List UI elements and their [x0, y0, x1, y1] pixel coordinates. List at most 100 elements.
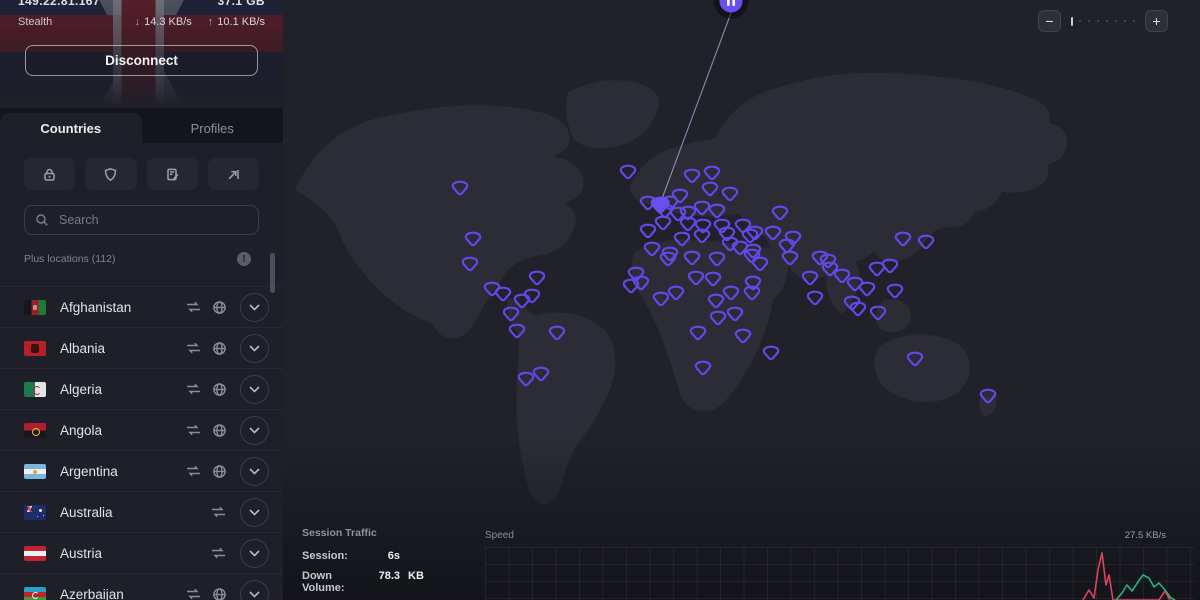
zoom-tick-dot [1088, 20, 1090, 22]
server-title-row: 149.22.81.167 37.1 GB [0, 0, 283, 9]
expand-country-button[interactable] [240, 539, 269, 568]
pause-icon [727, 0, 730, 6]
expand-country-button[interactable] [240, 375, 269, 404]
globe-icon[interactable] [212, 587, 227, 600]
connected-pin[interactable] [717, 0, 746, 16]
country-row[interactable]: Algeria [0, 368, 283, 409]
search-icon [35, 213, 49, 227]
session-stat-row: Session:6s [302, 550, 432, 562]
country-flag [24, 423, 46, 438]
shuffle-icon[interactable] [185, 423, 202, 437]
country-row-icons [210, 539, 269, 568]
speed-chart: Speed 27.5 KB/s [485, 530, 1195, 600]
shield-filter-button[interactable] [85, 158, 136, 190]
chevron-down-icon [249, 386, 260, 393]
status-row: Stealth ↓ 14.3 KB/s ↑ 10.1 KB/s [0, 9, 283, 28]
world-map-canvas[interactable] [283, 0, 1200, 600]
down-arrow-icon: ↓ [135, 16, 141, 28]
notes-icon [165, 167, 180, 182]
chevron-down-icon [249, 591, 260, 598]
location-marker[interactable] [888, 285, 902, 297]
location-marker[interactable] [715, 220, 729, 232]
globe-icon[interactable] [212, 464, 227, 479]
speed-readouts: ↓ 14.3 KB/s ↑ 10.1 KB/s [135, 16, 265, 28]
zoom-in-button[interactable]: + [1145, 10, 1168, 32]
jump-to-filter-button[interactable] [208, 158, 259, 190]
globe-icon[interactable] [212, 341, 227, 356]
location-marker[interactable] [641, 225, 655, 237]
expand-country-button[interactable] [240, 457, 269, 486]
tab-profiles[interactable]: Profiles [142, 113, 284, 143]
zoom-tick-dot [1106, 20, 1108, 22]
speed-chart-lines [485, 530, 1195, 600]
country-row[interactable]: Austria [0, 532, 283, 573]
country-flag [24, 587, 46, 600]
country-row[interactable]: Australia [0, 491, 283, 532]
zoom-slider[interactable] [1071, 17, 1135, 26]
sidebar: 149.22.81.167 37.1 GB Stealth ↓ 14.3 KB/… [0, 0, 283, 600]
location-marker[interactable] [764, 347, 778, 359]
location-marker[interactable] [530, 272, 544, 284]
expand-country-button[interactable] [240, 416, 269, 445]
tab-countries[interactable]: Countries [0, 113, 142, 143]
plus-locations-label: Plus locations (112) [24, 253, 237, 265]
zoom-level-indicator [1071, 17, 1073, 26]
chevron-down-icon [249, 550, 260, 557]
lock-icon [42, 167, 57, 182]
location-marker[interactable] [656, 217, 670, 229]
country-row-icons [210, 498, 269, 527]
country-row[interactable]: Azerbaijan [0, 573, 283, 600]
shuffle-icon[interactable] [185, 464, 202, 478]
location-marker[interactable] [860, 283, 874, 295]
country-row-icons [185, 334, 269, 363]
up-arrow-icon: ↑ [208, 16, 214, 28]
country-row-icons [185, 375, 269, 404]
country-name: Azerbaijan [60, 587, 185, 600]
shuffle-icon[interactable] [185, 382, 202, 396]
globe-icon[interactable] [212, 300, 227, 315]
globe-icon[interactable] [212, 423, 227, 438]
info-icon[interactable]: ! [237, 252, 251, 266]
expand-country-button[interactable] [240, 580, 269, 600]
zoom-tick-dot [1115, 20, 1117, 22]
server-name: 149.22.81.167 [18, 0, 100, 9]
location-marker[interactable] [808, 292, 822, 304]
zoom-out-button[interactable]: − [1038, 10, 1061, 32]
search-input[interactable] [57, 212, 248, 228]
location-marker[interactable] [525, 290, 539, 302]
country-row-icons [185, 293, 269, 322]
country-row-icons [185, 416, 269, 445]
country-row[interactable]: Argentina [0, 450, 283, 491]
shuffle-icon[interactable] [185, 341, 202, 355]
shuffle-icon[interactable] [185, 587, 202, 600]
disconnect-button[interactable]: Disconnect [25, 45, 258, 76]
country-name: Australia [60, 505, 210, 520]
location-marker[interactable] [621, 166, 635, 178]
expand-country-button[interactable] [240, 293, 269, 322]
country-row-icons [185, 580, 269, 600]
speed-series-download [1083, 553, 1170, 600]
country-name: Algeria [60, 382, 185, 397]
map-zoom-controls: − + [1038, 10, 1168, 32]
shuffle-icon[interactable] [210, 546, 227, 560]
country-row[interactable]: Albania [0, 327, 283, 368]
search-box [24, 205, 259, 235]
country-row[interactable]: Afghanistan [0, 286, 283, 327]
globe-icon[interactable] [212, 382, 227, 397]
country-name: Afghanistan [60, 300, 185, 315]
country-row[interactable]: Angola [0, 409, 283, 450]
lock-filter-button[interactable] [24, 158, 75, 190]
location-marker[interactable] [624, 280, 638, 292]
notes-filter-button[interactable] [147, 158, 198, 190]
country-name: Austria [60, 546, 210, 561]
expand-country-button[interactable] [240, 498, 269, 527]
shuffle-icon[interactable] [185, 300, 202, 314]
sidebar-scrollbar[interactable] [270, 253, 275, 293]
chevron-down-icon [249, 427, 260, 434]
session-stat-row: Down Volume:78.3KB [302, 570, 432, 594]
expand-country-button[interactable] [240, 334, 269, 363]
data-usage: 37.1 GB [218, 0, 266, 9]
shuffle-icon[interactable] [210, 505, 227, 519]
session-traffic-panel: Session Traffic Session:6sDown Volume:78… [302, 527, 432, 600]
country-flag [24, 341, 46, 356]
